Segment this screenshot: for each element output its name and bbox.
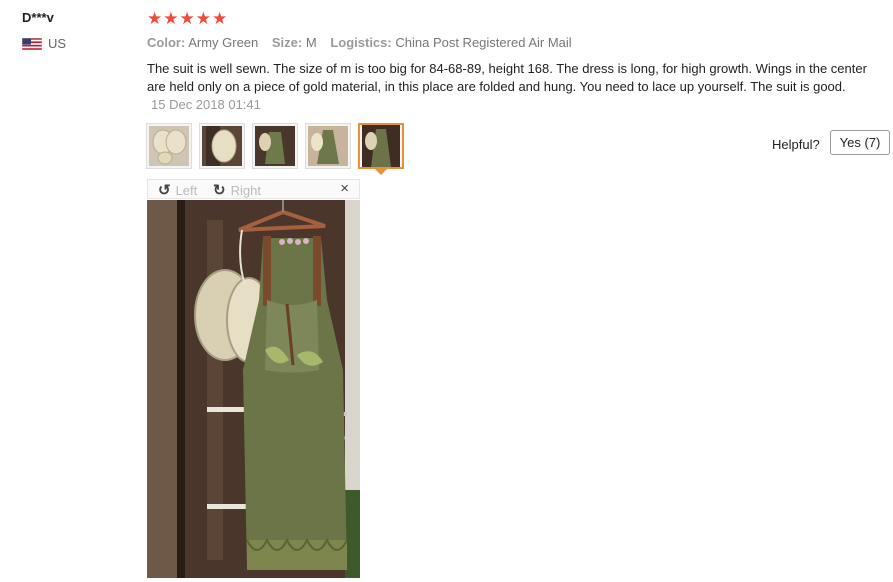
meta-key-size: Size: <box>271 35 303 50</box>
review-photo-large <box>147 200 360 578</box>
wings-photo-icon <box>149 126 189 166</box>
dress-photo-icon <box>362 125 400 167</box>
photo-thumbnail[interactable] <box>146 123 192 169</box>
meta-key-logistics: Logistics: <box>330 35 392 50</box>
photo-thumbnails <box>146 123 404 175</box>
star-icon: ★ <box>195 9 211 28</box>
star-icon: ★ <box>179 9 195 28</box>
star-icon: ★ <box>212 9 228 28</box>
review-date: 15 Dec 2018 01:41 <box>151 97 261 112</box>
us-flag-icon <box>22 37 42 50</box>
photo-thumbnail[interactable] <box>305 123 351 169</box>
photo-viewer-toolbar: ↺ Left ↻ Right × <box>147 179 360 199</box>
dress-photo-icon <box>255 126 295 166</box>
review-body: The suit is well sewn. The size of m is … <box>147 60 867 114</box>
star-icon: ★ <box>163 9 179 28</box>
rotate-right-label: Right <box>230 182 261 198</box>
photo-thumbnail[interactable] <box>199 123 245 169</box>
reviewer-name: D***v <box>22 10 54 25</box>
review-text: The suit is well sewn. The size of m is … <box>147 61 867 94</box>
meta-value-color: Army Green <box>188 35 259 50</box>
helpful-yes-button[interactable]: Yes (7) <box>830 130 890 155</box>
dress-photo-icon <box>308 126 348 166</box>
order-meta: Color: Army Green Size: M Logistics: Chi… <box>147 35 582 50</box>
country-code: US <box>48 36 67 51</box>
rotate-left-label: Left <box>175 182 198 198</box>
star-icon: ★ <box>147 9 163 28</box>
meta-key-color: Color: <box>147 35 186 50</box>
star-rating: ★ ★ ★ ★ ★ <box>147 10 227 28</box>
close-viewer-button[interactable]: × <box>340 180 349 197</box>
rotate-left-icon: ↺ <box>158 182 171 199</box>
meta-value-size: M <box>305 35 317 50</box>
rotate-right-button[interactable]: ↻ Right <box>213 181 261 199</box>
wings-photo-icon <box>202 126 242 166</box>
helpful-label: Helpful? <box>772 137 820 152</box>
rotate-right-icon: ↻ <box>213 182 226 199</box>
meta-value-logistics: China Post Registered Air Mail <box>395 35 572 50</box>
rotate-left-button[interactable]: ↺ Left <box>158 181 197 199</box>
photo-thumbnail[interactable] <box>252 123 298 169</box>
photo-thumbnail-active[interactable] <box>358 123 404 175</box>
reviewer-country: US <box>22 36 66 51</box>
